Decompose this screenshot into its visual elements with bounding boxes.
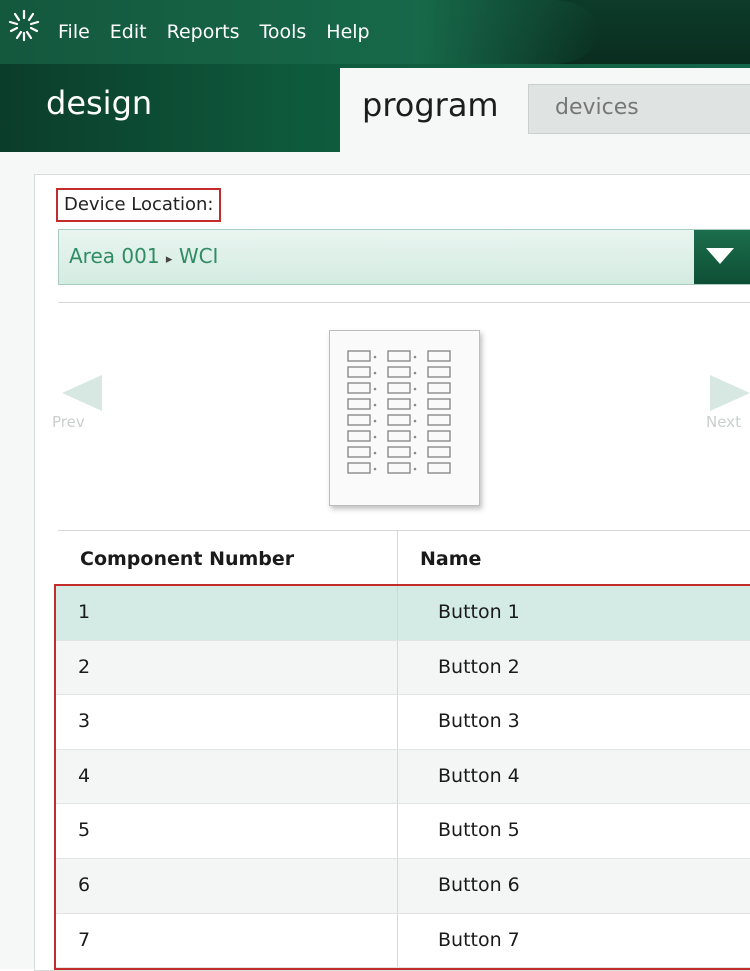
column-divider	[397, 531, 398, 587]
column-divider	[397, 695, 398, 749]
location-area: Area 001	[69, 244, 160, 268]
arrow-right-icon	[710, 375, 750, 411]
table-row[interactable]: 3 Button 3	[56, 695, 750, 750]
column-divider	[397, 749, 398, 804]
table-row[interactable]: 1 Button 1	[56, 586, 750, 641]
cell-component-number: 3	[78, 710, 91, 733]
table-row[interactable]: 2 Button 2	[56, 640, 750, 696]
device-location-select[interactable]: Area 001 ▸ WCI	[58, 229, 750, 285]
cell-component-number: 7	[78, 928, 91, 951]
tab-program-label: program	[362, 86, 499, 124]
header-name[interactable]: Name	[420, 548, 481, 570]
table-header: Component Number Name	[58, 530, 750, 588]
location-device: WCI	[178, 244, 219, 268]
cell-name: Button 1	[438, 601, 520, 623]
device-location-label: Device Location:	[56, 188, 222, 222]
column-divider	[397, 586, 398, 640]
arrow-left-icon	[62, 375, 102, 411]
menu-file[interactable]: File	[58, 18, 90, 46]
cell-name: Button 3	[438, 710, 520, 733]
starburst-logo-icon	[8, 9, 40, 42]
menu-help[interactable]: Help	[326, 18, 369, 46]
tab-design[interactable]: design	[46, 84, 152, 122]
tab-devices[interactable]: devices	[528, 84, 750, 134]
cell-name: Button 7	[438, 928, 520, 951]
cell-name: Button 2	[438, 655, 520, 678]
menu-tools[interactable]: Tools	[259, 18, 306, 46]
keypad-device-icon[interactable]	[329, 330, 480, 506]
column-divider	[397, 913, 398, 968]
menu-edit[interactable]: Edit	[110, 18, 147, 46]
next-label: Next	[706, 413, 741, 431]
tab-program[interactable]: program devices	[340, 68, 750, 152]
prev-button[interactable]: Prev	[52, 375, 118, 435]
menu-items: File Edit Reports Tools Help	[58, 18, 390, 46]
next-button[interactable]: Next	[700, 375, 750, 435]
cell-name: Button 6	[438, 873, 520, 896]
prev-label: Prev	[52, 413, 85, 431]
header-component-number[interactable]: Component Number	[80, 548, 294, 570]
keypad-buttons-graphic	[347, 350, 451, 474]
column-divider	[397, 640, 398, 695]
cell-component-number: 5	[78, 819, 91, 842]
cell-component-number: 1	[78, 601, 91, 623]
table-row[interactable]: 5 Button 5	[56, 804, 750, 859]
column-divider	[397, 858, 398, 913]
header: design program devices	[0, 64, 750, 152]
table-row[interactable]: 4 Button 4	[56, 749, 750, 805]
table-row[interactable]: 6 Button 6	[56, 858, 750, 914]
device-location-value: Area 001 ▸ WCI	[69, 244, 218, 268]
table-row[interactable]: 7 Button 7	[56, 913, 750, 969]
breadcrumb-arrow-icon: ▸	[165, 252, 173, 267]
divider	[58, 302, 750, 303]
triangle-down-icon	[706, 248, 734, 264]
cell-name: Button 4	[438, 764, 520, 787]
cell-name: Button 5	[438, 819, 520, 842]
menu-bar: File Edit Reports Tools Help	[0, 0, 750, 64]
menu-reports[interactable]: Reports	[167, 18, 240, 46]
component-table: Component Number Name 1 Button 1 2 Butto…	[54, 530, 750, 970]
cell-component-number: 6	[78, 873, 91, 896]
table-body: 1 Button 1 2 Button 2 3 Button 3 4 Butto…	[54, 584, 750, 970]
tab-devices-label: devices	[555, 95, 639, 120]
dropdown-button[interactable]	[694, 230, 750, 284]
cell-component-number: 2	[78, 655, 91, 678]
cell-component-number: 4	[78, 764, 91, 787]
column-divider	[397, 804, 398, 858]
